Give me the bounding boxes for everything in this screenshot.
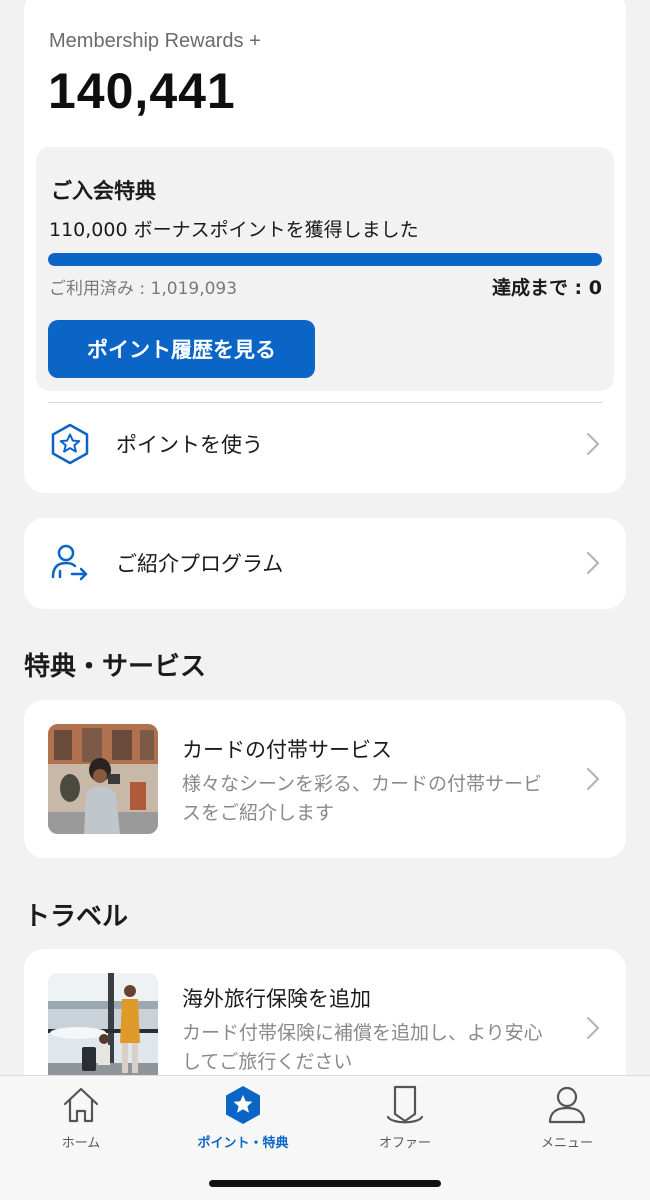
benefits-section-title: 特典・サービス xyxy=(24,652,207,682)
used-amount: ご利用済み : 1,019,093 xyxy=(49,279,238,299)
card-services-title: カードの付帯サービス xyxy=(182,738,392,762)
divider xyxy=(48,402,602,403)
home-icon xyxy=(63,1087,99,1123)
person-referral-icon xyxy=(51,544,88,581)
referral-label: ご紹介プログラム xyxy=(116,552,284,576)
tab-menu-label: メニュー xyxy=(540,1136,593,1151)
card-services-description: 様々なシーンを彩る、カードの付帯サービスをご紹介します xyxy=(182,773,543,824)
person-icon xyxy=(548,1086,586,1124)
point-history-button[interactable]: ポイント履歴を見る xyxy=(48,320,315,378)
travel-photo-image xyxy=(48,724,158,834)
welcome-bonus-panel: ご入会特典 110,000 ボーナスポイントを獲得しました ご利用済み : 1,… xyxy=(36,147,614,391)
travel-insurance-thumbnail xyxy=(48,973,158,1075)
tab-home[interactable]: ホーム xyxy=(0,1084,162,1154)
points-card: Membership Rewards + 140,441 ご入会特典 110,0… xyxy=(24,0,626,493)
star-badge-icon xyxy=(226,1086,260,1124)
bonus-progress-bar xyxy=(48,253,602,266)
airport-photo-image xyxy=(48,973,158,1075)
tab-offers[interactable]: オファー xyxy=(324,1084,486,1154)
chevron-right-icon xyxy=(586,551,600,575)
scroll-content[interactable]: Membership Rewards + 140,441 ご入会特典 110,0… xyxy=(0,0,650,1075)
tab-menu[interactable]: メニュー xyxy=(486,1084,648,1154)
bonus-description: 110,000 ボーナスポイントを獲得しました xyxy=(49,219,419,241)
card-services-thumbnail xyxy=(48,724,158,834)
screen: Membership Rewards + 140,441 ご入会特典 110,0… xyxy=(0,0,650,1200)
bonus-title: ご入会特典 xyxy=(51,179,156,203)
bonus-progress-fill xyxy=(48,253,602,266)
card-services-card[interactable]: カードの付帯サービス 様々なシーンを彩る、カードの付帯サービスをご紹介します xyxy=(24,700,626,858)
chevron-right-icon xyxy=(586,432,600,456)
offer-tag-icon xyxy=(386,1085,424,1124)
travel-insurance-card[interactable]: 海外旅行保険を追加 カード付帯保険に補償を追加し、より安心してご旅行ください xyxy=(24,949,626,1075)
tab-home-label: ホーム xyxy=(61,1136,101,1151)
star-badge-icon xyxy=(51,423,89,465)
tab-offers-label: オファー xyxy=(378,1136,431,1151)
points-balance: 140,441 xyxy=(48,63,236,119)
referral-card[interactable]: ご紹介プログラム xyxy=(24,518,626,609)
remaining-amount: 達成まで : 0 xyxy=(491,277,602,299)
use-points-label: ポイントを使う xyxy=(116,433,263,457)
chevron-right-icon xyxy=(586,1016,600,1040)
chevron-right-icon xyxy=(586,767,600,791)
program-name: Membership Rewards + xyxy=(49,30,261,52)
referral-row[interactable]: ご紹介プログラム xyxy=(24,523,626,603)
tab-points-benefits[interactable]: ポイント・特典 xyxy=(162,1084,324,1154)
home-indicator[interactable] xyxy=(209,1180,441,1187)
travel-insurance-title: 海外旅行保険を追加 xyxy=(182,987,371,1011)
tab-points-benefits-label: ポイント・特典 xyxy=(197,1136,289,1151)
use-points-row[interactable]: ポイントを使う xyxy=(24,404,626,484)
travel-section-title: トラベル xyxy=(24,902,129,932)
travel-insurance-description: カード付帯保険に補償を追加し、より安心してご旅行ください xyxy=(182,1022,543,1073)
